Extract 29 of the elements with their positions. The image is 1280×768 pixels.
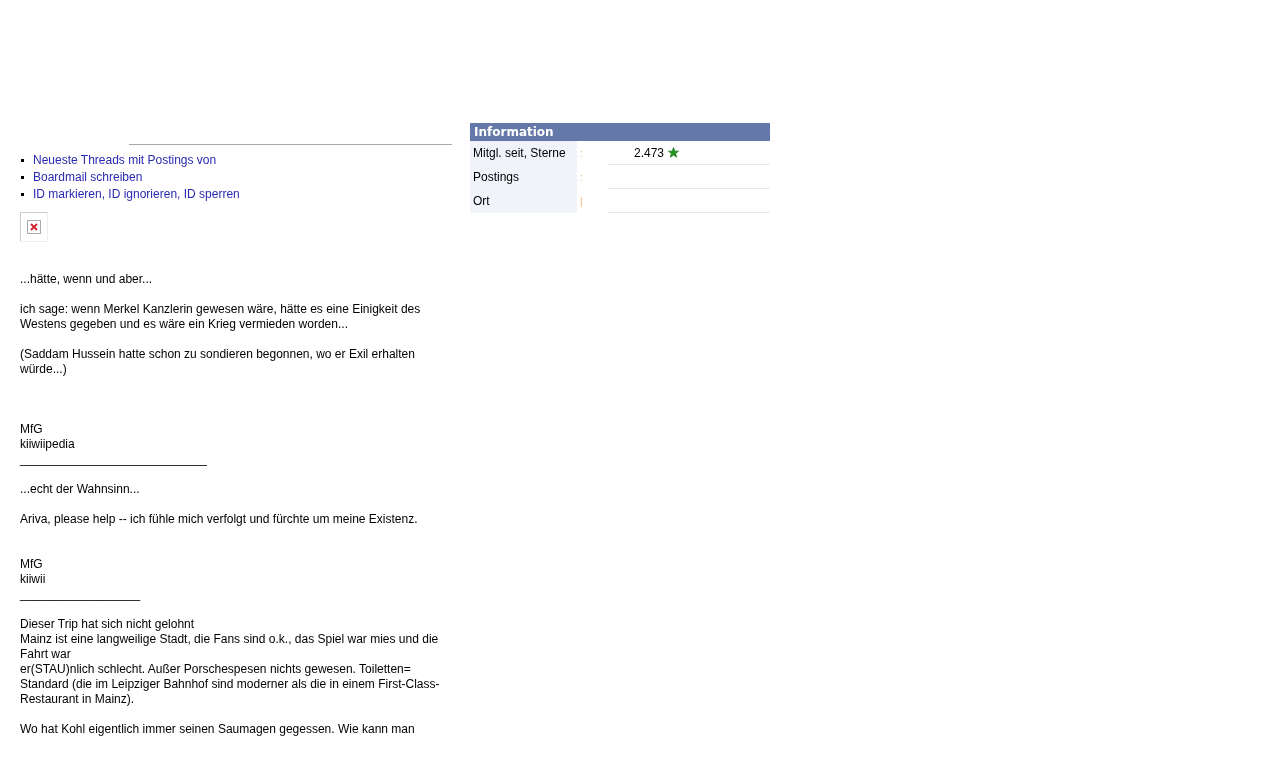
bullet-icon — [21, 176, 24, 179]
info-value: 2.473 — [634, 145, 665, 160]
separator-mark: : — [579, 171, 584, 183]
signature-text: ich sage: wenn Merkel Kanzlerin gewesen wäre, hätte es eine Einigkeit des Westens gegeben und es wäre ein Krieg vermieden worden... — [20, 302, 422, 332]
profile-link[interactable]: Boardmail schreiben — [33, 169, 143, 186]
signature-text: Dieser Trip hat sich nicht gelohnt — [20, 617, 196, 632]
profile-link[interactable]: Neueste Threads mit Postings von — [33, 152, 217, 169]
signature-text: MfG — [20, 422, 44, 437]
bullet-icon — [21, 159, 24, 162]
bullet-icon — [21, 193, 24, 196]
info-label: Mitgl. seit, Sterne — [470, 141, 577, 165]
profile-link[interactable]: ID markieren, ID ignorieren, ID sperren — [33, 186, 240, 203]
signature-text: ...echt der Wahnsinn... — [20, 482, 141, 497]
signature-text: __________________ — [20, 587, 142, 602]
signature-text: ____________________________ — [20, 452, 208, 467]
info-label: Ort — [470, 189, 577, 213]
separator-mark: : — [579, 147, 584, 159]
signature-text: Ariva, please help -- ich fühle mich verfolgt und fürchte um meine Existenz. — [20, 512, 419, 527]
signature-text: Wo hat Kohl eigentlich immer seinen Saumagen gegessen. Wie kann man — [20, 722, 416, 737]
signature-text: kiiwii — [20, 572, 47, 587]
signature-text: kiiwiipedia — [20, 437, 76, 452]
broken-image-icon — [20, 212, 48, 242]
info-header: Information — [470, 123, 770, 141]
info-label: Postings — [470, 165, 577, 189]
signature-text: er(STAU)nlich schlecht. Außer Porschespesen nichts gewesen. Toiletten= Standard (die im Leipziger Bahnhof sind moderner als die in einem First-Class-Restaurant in Mainz). — [20, 662, 441, 707]
signature-text: MfG — [20, 557, 44, 572]
signature-text: (Saddam Hussein hatte schon zu sondieren begonnen, wo er Exil erhalten würde...) — [20, 347, 416, 377]
separator-mark: | — [579, 195, 584, 207]
signature-text: ...hätte, wenn und aber... — [20, 272, 154, 287]
